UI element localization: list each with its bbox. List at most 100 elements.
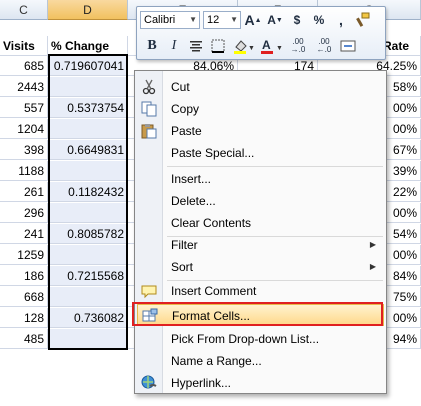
percent-icon: % — [313, 13, 325, 27]
visits-cell[interactable]: 1259 — [0, 245, 48, 265]
change-cell[interactable] — [48, 77, 128, 97]
decrease-decimal-button[interactable]: .00 ←.0 — [312, 36, 336, 56]
grow-font-button[interactable]: A ▲ — [243, 10, 263, 30]
menu-label: Format Cells... — [172, 309, 251, 323]
header-cell-visits[interactable]: Visits — [0, 36, 48, 56]
menu-label: Copy — [171, 102, 200, 116]
menu-item-clear-contents[interactable]: Clear Contents — [137, 212, 384, 234]
bold-icon: B — [147, 38, 157, 53]
scissors-icon — [142, 79, 156, 95]
menu-label: Insert Comment — [171, 284, 257, 298]
menu-label: Filter — [171, 238, 198, 252]
center-align-icon — [190, 41, 202, 52]
visits-cell[interactable]: 668 — [0, 287, 48, 307]
font-name-value: Calibri — [144, 14, 176, 26]
comment-icon — [141, 285, 157, 299]
menu-label: Name a Range... — [171, 354, 262, 368]
fill-color-icon: ▼ — [234, 40, 254, 54]
currency-icon: $ — [293, 13, 301, 27]
font-color-button[interactable]: A ▼ — [258, 36, 284, 56]
menu-label: Delete... — [171, 194, 216, 208]
comma-icon: , — [339, 12, 343, 28]
paste-icon — [141, 124, 157, 139]
change-cell[interactable]: 0.7215568 — [48, 266, 128, 286]
menu-item-filter[interactable]: Filter ▶ — [137, 234, 384, 256]
visits-cell[interactable]: 398 — [0, 140, 48, 160]
borders-button[interactable] — [208, 36, 228, 56]
font-color-icon: A ▼ — [261, 38, 282, 54]
change-cell[interactable] — [48, 287, 128, 307]
italic-icon: I — [171, 38, 177, 53]
chevron-down-icon: ▼ — [189, 15, 197, 24]
visits-cell[interactable]: 685 — [0, 56, 48, 76]
change-cell[interactable] — [48, 329, 128, 349]
fill-color-button[interactable]: ▼ — [230, 36, 256, 56]
menu-item-pick-list[interactable]: Pick From Drop-down List... — [137, 328, 384, 350]
font-name-combo[interactable]: Calibri ▼ — [140, 11, 200, 29]
menu-item-hyperlink[interactable]: Hyperlink... — [137, 372, 384, 394]
merge-button[interactable] — [338, 36, 358, 56]
grow-font-icon: A — [244, 12, 255, 28]
change-cell[interactable] — [48, 119, 128, 139]
increase-decimal-button[interactable]: .00 →.0 — [286, 36, 310, 56]
visits-cell[interactable]: 2443 — [0, 77, 48, 97]
currency-button[interactable]: $ — [287, 10, 307, 30]
format-painter-button[interactable] — [353, 10, 373, 30]
menu-item-sort[interactable]: Sort ▶ — [137, 256, 384, 278]
visits-cell[interactable]: 1204 — [0, 119, 48, 139]
menu-item-paste-special[interactable]: Paste Special... — [137, 142, 384, 164]
format-cells-icon — [142, 308, 158, 322]
submenu-arrow-icon: ▶ — [369, 262, 376, 271]
copy-icon — [141, 101, 157, 117]
menu-item-paste[interactable]: Paste — [137, 120, 384, 142]
change-cell[interactable]: 0.5373754 — [48, 98, 128, 118]
visits-cell[interactable]: 186 — [0, 266, 48, 286]
change-cell[interactable] — [48, 203, 128, 223]
menu-item-cut[interactable]: Cut — [137, 76, 384, 98]
borders-icon — [211, 39, 225, 53]
shrink-font-icon: A — [267, 13, 276, 27]
hyperlink-icon — [141, 375, 157, 389]
column-header-c[interactable]: C — [0, 0, 48, 20]
menu-item-delete[interactable]: Delete... — [137, 190, 384, 212]
column-header-d[interactable]: D — [48, 0, 128, 20]
menu-item-format-cells[interactable]: Format Cells... — [137, 304, 384, 326]
menu-item-copy[interactable]: Copy — [137, 98, 384, 120]
change-cell[interactable]: 0.736082 — [48, 308, 128, 328]
change-cell[interactable] — [48, 245, 128, 265]
bold-button[interactable]: B — [142, 36, 162, 56]
visits-cell[interactable]: 485 — [0, 329, 48, 349]
column-letter: D — [83, 3, 92, 17]
visits-cell[interactable]: 557 — [0, 98, 48, 118]
merge-icon — [340, 40, 356, 52]
visits-cell[interactable]: 128 — [0, 308, 48, 328]
change-cell[interactable]: 0.719607041 — [48, 56, 128, 76]
header-cell-change[interactable]: % Change — [48, 36, 128, 56]
menu-label: Paste — [171, 124, 202, 138]
font-size-combo[interactable]: 12 ▼ — [203, 11, 241, 29]
visits-cell[interactable]: 241 — [0, 224, 48, 244]
visits-cell[interactable]: 296 — [0, 203, 48, 223]
menu-item-insert-comment[interactable]: Insert Comment — [137, 280, 384, 302]
menu-label: Hyperlink... — [171, 376, 232, 390]
svg-text:▼: ▼ — [248, 45, 254, 52]
menu-label: Insert... — [171, 172, 212, 186]
change-cell[interactable]: 0.8085782 — [48, 224, 128, 244]
change-cell[interactable]: 0.6649831 — [48, 140, 128, 160]
menu-item-insert[interactable]: Insert... — [137, 168, 384, 190]
submenu-arrow-icon: ▶ — [369, 240, 376, 249]
italic-button[interactable]: I — [164, 36, 184, 56]
visits-cell[interactable]: 261 — [0, 182, 48, 202]
menu-label: Sort — [171, 260, 194, 274]
percent-button[interactable]: % — [309, 10, 329, 30]
comma-button[interactable]: , — [331, 10, 351, 30]
header-cell-rate[interactable]: Rate — [380, 36, 421, 56]
change-cell[interactable] — [48, 161, 128, 181]
font-size-value: 12 — [207, 14, 220, 26]
visits-cell[interactable]: 1188 — [0, 161, 48, 181]
center-align-button[interactable] — [186, 36, 206, 56]
menu-item-name-range[interactable]: Name a Range... — [137, 350, 384, 372]
format-painter-icon — [356, 12, 370, 27]
shrink-font-button[interactable]: A ▼ — [265, 10, 285, 30]
change-cell[interactable]: 0.1182432 — [48, 182, 128, 202]
